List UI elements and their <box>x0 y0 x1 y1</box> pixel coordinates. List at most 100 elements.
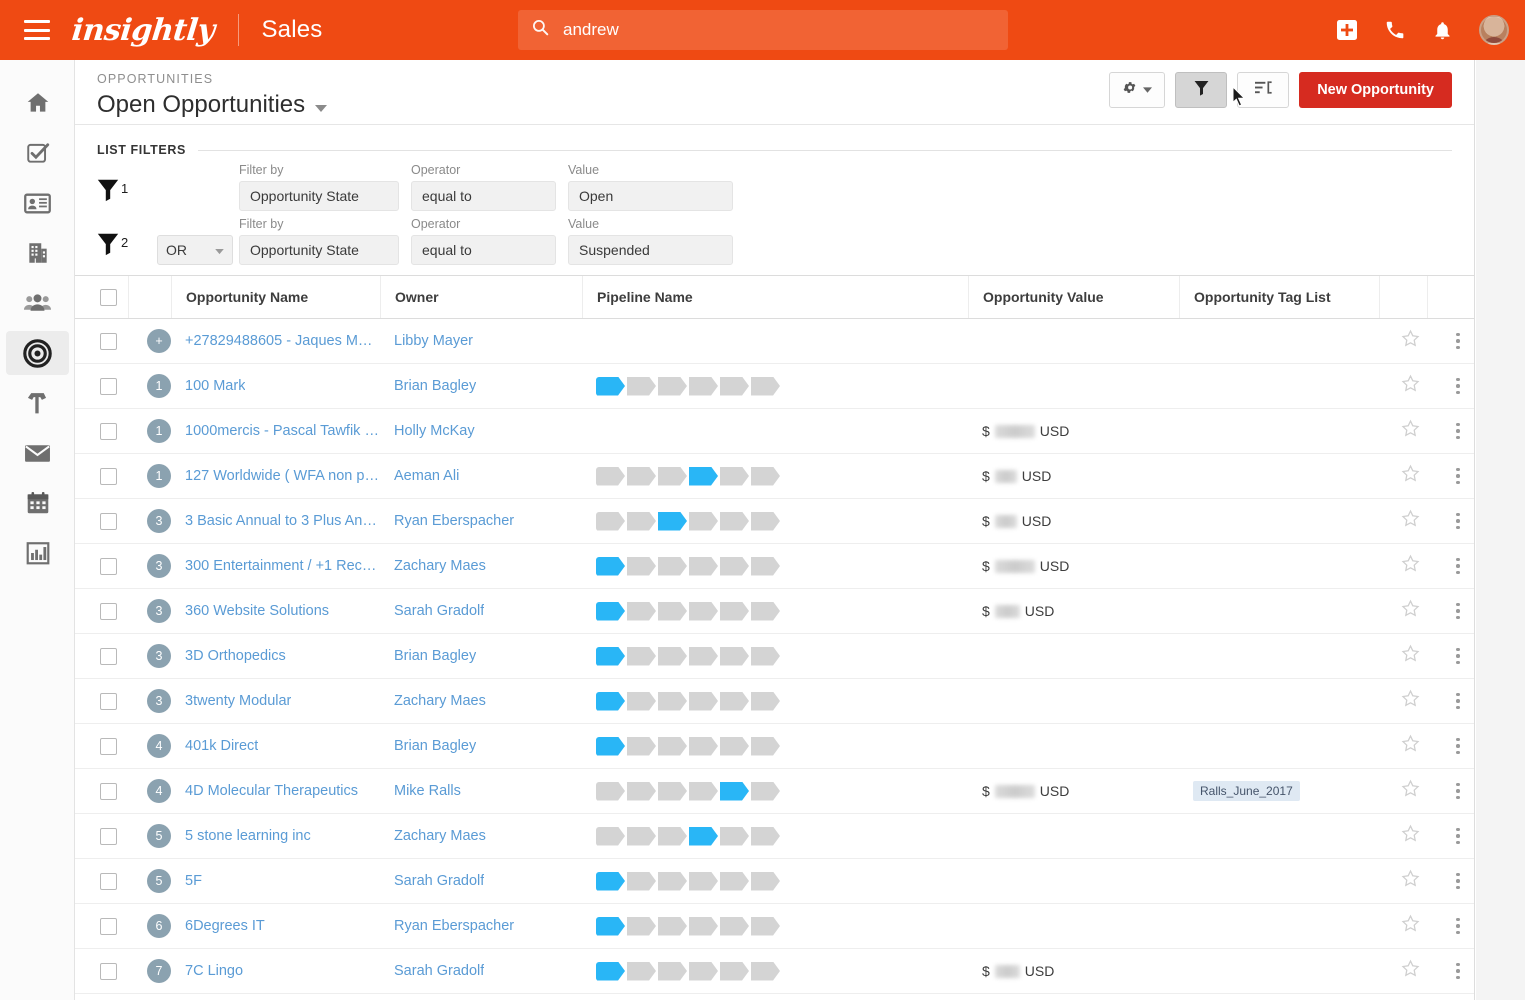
star-icon[interactable] <box>1401 329 1420 353</box>
opportunity-name-link[interactable]: 3twenty Modular <box>185 693 291 709</box>
column-header-owner[interactable]: Owner <box>380 276 582 318</box>
pipeline-progress[interactable] <box>596 961 780 981</box>
opportunity-name-link[interactable]: 4D Molecular Therapeutics <box>185 783 358 799</box>
star-icon[interactable] <box>1401 419 1420 443</box>
table-row[interactable]: 7 7C Lingo Sarah Gradolf $ USD <box>75 949 1474 994</box>
value-input-2[interactable]: Suspended <box>568 235 733 265</box>
pipeline-progress[interactable] <box>596 466 780 486</box>
more-options-icon[interactable] <box>1456 872 1460 890</box>
column-header-pipeline-name[interactable]: Pipeline Name <box>582 276 968 318</box>
owner-link[interactable]: Ryan Eberspacher <box>394 513 514 529</box>
column-header-opportunity-name[interactable]: Opportunity Name <box>171 276 380 318</box>
more-options-icon[interactable] <box>1456 467 1460 485</box>
star-icon[interactable] <box>1401 689 1420 713</box>
column-header-opportunity-value[interactable]: Opportunity Value <box>968 276 1179 318</box>
row-checkbox[interactable] <box>100 332 117 350</box>
opportunity-name-link[interactable]: 6Degrees IT <box>185 918 265 934</box>
more-options-icon[interactable] <box>1456 332 1460 350</box>
opportunity-name-link[interactable]: 3D Orthopedics <box>185 648 286 664</box>
opportunity-name-link[interactable]: +27829488605 - Jaques M… <box>185 333 372 349</box>
pipeline-progress[interactable] <box>596 871 780 891</box>
table-row[interactable]: 1 100 Mark Brian Bagley <box>75 364 1474 409</box>
table-row[interactable]: 3 3D Orthopedics Brian Bagley <box>75 634 1474 679</box>
owner-link[interactable]: Sarah Gradolf <box>394 603 484 619</box>
star-icon[interactable] <box>1401 599 1420 623</box>
table-row[interactable]: 3 300 Entertainment / +1 Rec… Zachary Maes… <box>75 544 1474 589</box>
opportunity-name-link[interactable]: 100 Mark <box>185 378 245 394</box>
owner-link[interactable]: Mike Ralls <box>394 783 461 799</box>
pipeline-progress[interactable] <box>596 781 780 801</box>
row-checkbox[interactable] <box>100 512 117 530</box>
pipeline-progress[interactable] <box>596 691 780 711</box>
star-icon[interactable] <box>1401 374 1420 398</box>
table-row[interactable]: 3 3 Basic Annual to 3 Plus An… Ryan Ebersp… <box>75 499 1474 544</box>
more-options-icon[interactable] <box>1456 962 1460 980</box>
opportunity-name-link[interactable]: 127 Worldwide ( WFA non p… <box>185 468 379 484</box>
column-header-opportunity-tag-list[interactable]: Opportunity Tag List <box>1179 276 1379 318</box>
star-icon[interactable] <box>1401 914 1420 938</box>
more-options-icon[interactable] <box>1456 512 1460 530</box>
opportunity-name-link[interactable]: 360 Website Solutions <box>185 603 329 619</box>
owner-link[interactable]: Zachary Maes <box>394 693 486 709</box>
star-icon[interactable] <box>1401 959 1420 983</box>
pipeline-progress[interactable] <box>596 916 780 936</box>
star-icon[interactable] <box>1401 509 1420 533</box>
pipeline-progress[interactable] <box>596 826 780 846</box>
sidebar-item-calendar[interactable] <box>0 478 75 528</box>
row-checkbox[interactable] <box>100 377 117 395</box>
more-options-icon[interactable] <box>1456 557 1460 575</box>
pipeline-progress[interactable] <box>596 556 780 576</box>
search-input[interactable] <box>563 20 983 40</box>
pipeline-progress[interactable] <box>596 646 780 666</box>
opportunity-name-link[interactable]: 1000mercis - Pascal Tawfik … <box>185 423 379 439</box>
table-row[interactable]: 4 401k Direct Brian Bagley <box>75 724 1474 769</box>
filter-by-input-2[interactable]: Opportunity State <box>239 235 399 265</box>
row-checkbox[interactable] <box>100 827 117 845</box>
hamburger-menu-icon[interactable] <box>24 20 50 40</box>
table-row[interactable]: + +27829488605 - Jaques M… Libby Mayer <box>75 319 1474 364</box>
sidebar-item-contacts[interactable] <box>0 178 75 228</box>
more-options-icon[interactable] <box>1456 782 1460 800</box>
opportunity-name-link[interactable]: 5F <box>185 873 202 889</box>
filter-by-input-1[interactable]: Opportunity State <box>239 181 399 211</box>
opportunity-name-link[interactable]: 3 Basic Annual to 3 Plus An… <box>185 513 377 529</box>
sidebar-item-emails[interactable] <box>0 428 75 478</box>
sidebar-item-opportunities[interactable] <box>0 328 75 378</box>
star-icon[interactable] <box>1401 464 1420 488</box>
owner-link[interactable]: Ryan Eberspacher <box>394 918 514 934</box>
row-checkbox[interactable] <box>100 782 117 800</box>
star-icon[interactable] <box>1401 554 1420 578</box>
owner-link[interactable]: Brian Bagley <box>394 378 476 394</box>
opportunity-name-link[interactable]: 401k Direct <box>185 738 258 754</box>
row-checkbox[interactable] <box>100 647 117 665</box>
operator-input-1[interactable]: equal to <box>411 181 556 211</box>
add-box-icon[interactable] <box>1336 19 1358 41</box>
opportunity-name-link[interactable]: 7C Lingo <box>185 963 243 979</box>
select-all-checkbox[interactable] <box>100 288 117 306</box>
value-input-1[interactable]: Open <box>568 181 733 211</box>
chevron-down-icon[interactable] <box>315 104 328 112</box>
pipeline-progress[interactable] <box>596 736 780 756</box>
owner-link[interactable]: Libby Mayer <box>394 333 473 349</box>
row-checkbox[interactable] <box>100 872 117 890</box>
table-row[interactable]: 1 127 Worldwide ( WFA non p… Aeman Ali $ USD <box>75 454 1474 499</box>
owner-link[interactable]: Brian Bagley <box>394 738 476 754</box>
owner-link[interactable]: Holly McKay <box>394 423 475 439</box>
more-options-icon[interactable] <box>1456 647 1460 665</box>
table-row[interactable]: 4 4D Molecular Therapeutics Mike Ralls $ USD… <box>75 769 1474 814</box>
sidebar-item-projects[interactable] <box>0 378 75 428</box>
row-checkbox[interactable] <box>100 962 117 980</box>
more-options-icon[interactable] <box>1456 737 1460 755</box>
operator-input-2[interactable]: equal to <box>411 235 556 265</box>
table-row[interactable]: 5 5 stone learning inc Zachary Maes <box>75 814 1474 859</box>
opportunity-name-link[interactable]: 300 Entertainment / +1 Rec… <box>185 558 376 574</box>
new-opportunity-button[interactable]: New Opportunity <box>1299 72 1452 108</box>
more-options-icon[interactable] <box>1456 917 1460 935</box>
global-search[interactable] <box>518 10 1008 50</box>
pipeline-progress[interactable] <box>596 511 780 531</box>
sidebar-item-home[interactable] <box>0 78 75 128</box>
notifications-bell-icon[interactable] <box>1432 20 1453 41</box>
table-row[interactable]: 5 5F Sarah Gradolf <box>75 859 1474 904</box>
more-options-icon[interactable] <box>1456 827 1460 845</box>
more-options-icon[interactable] <box>1456 602 1460 620</box>
